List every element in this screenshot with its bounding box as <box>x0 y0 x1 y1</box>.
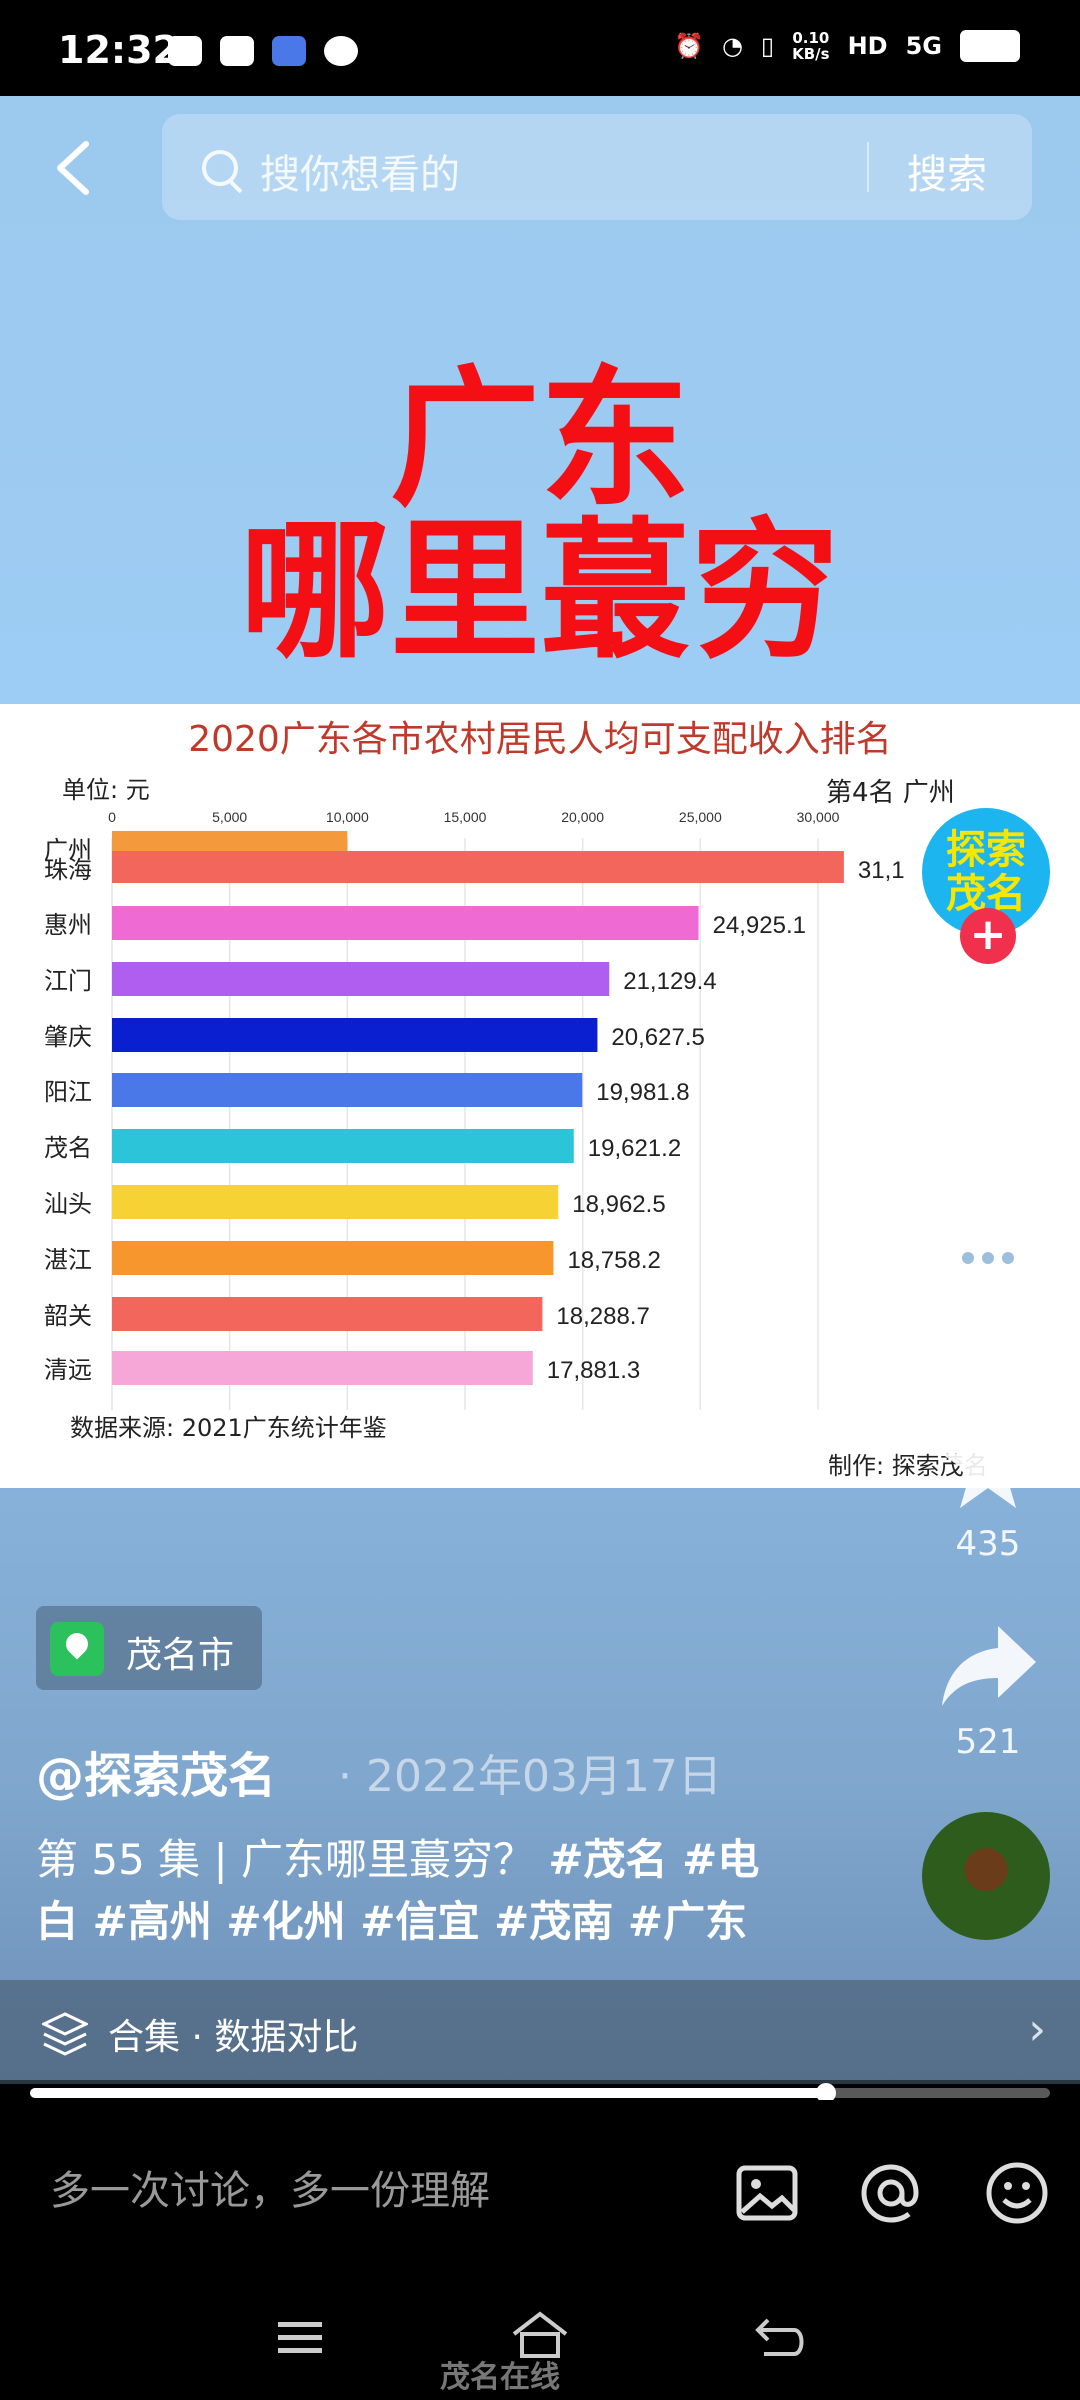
share-count: 521 <box>955 1722 1021 1762</box>
chart-source: 数据来源: 2021广东统计年鉴 <box>70 1414 387 1442</box>
data-label: 19,621.2 <box>588 1135 681 1162</box>
star-icon[interactable] <box>938 1420 1038 1510</box>
watermark: 茂名在线 <box>440 2360 560 2395</box>
app-icon <box>220 36 254 66</box>
bar <box>112 851 844 883</box>
x-tick-label: 5,000 <box>212 809 247 825</box>
back-nav-icon[interactable] <box>754 2314 808 2358</box>
search-icon <box>202 150 238 186</box>
author-name[interactable]: @探索茂名 <box>36 1736 276 1806</box>
location-label: 茂名市 <box>126 1635 235 1676</box>
x-tick-label: 25,000 <box>679 809 722 825</box>
category-label: 肇庆 <box>44 1023 92 1051</box>
bar <box>112 962 610 996</box>
x-tick-label: 10,000 <box>326 809 369 825</box>
hashtags[interactable]: #茂名 #电 <box>548 1835 759 1884</box>
category-label: 韶关 <box>44 1302 92 1330</box>
data-label: 24,925.1 <box>713 912 806 939</box>
progress-fill <box>30 2088 826 2098</box>
description-line2[interactable]: 白 #高州 #化州 #信宜 #茂南 #广东 <box>36 1888 747 1949</box>
data-label: 31,1 <box>858 857 905 884</box>
status-bar: 12:32 ⏰ ◔ ▯ 0.10 KB/s HD 5G <box>0 0 1080 96</box>
collection-label: 合集 · 数据对比 <box>108 2017 359 2058</box>
share-icon[interactable] <box>938 1622 1038 1712</box>
message-icon <box>168 36 202 66</box>
video-title-line2: 哪里蕞穷 <box>239 505 840 679</box>
video-progress-bar[interactable] <box>30 2083 1050 2103</box>
battery-icon <box>960 30 1020 62</box>
favorite-count: 435 <box>955 1524 1021 1564</box>
hashtags[interactable]: 白 #高州 #化州 #信宜 #茂南 #广东 <box>36 1897 747 1946</box>
system-icons: ⏰ ◔ ▯ 0.10 KB/s HD 5G <box>674 30 1020 62</box>
home-nav-icon[interactable] <box>510 2310 570 2358</box>
location-pin-icon <box>50 1622 104 1676</box>
signal-icon: 5G <box>905 32 942 60</box>
status-time: 12:32 <box>58 28 179 72</box>
x-tick-label: 0 <box>108 809 116 825</box>
chat-icon <box>324 36 358 66</box>
search-button[interactable]: 搜索 <box>907 142 987 200</box>
menu-nav-icon[interactable] <box>276 2318 324 2358</box>
layers-icon <box>42 2012 88 2056</box>
data-label: 19,981.8 <box>596 1079 689 1106</box>
emoji-icon[interactable] <box>984 2160 1050 2226</box>
data-label: 18,288.7 <box>556 1303 649 1330</box>
location-tag[interactable]: 茂名市 <box>36 1606 262 1690</box>
category-label: 茂名 <box>44 1134 92 1162</box>
avatar-brand-text: 探索 茂名 <box>946 827 1026 917</box>
alarm-icon: ⏰ <box>674 32 704 60</box>
chart-title: 2020广东各市农村居民人均可支配收入排名 <box>188 719 892 760</box>
search-input[interactable]: 搜你想看的 <box>260 142 460 200</box>
category-label: 惠州 <box>44 911 92 939</box>
data-label: 18,962.5 <box>572 1191 665 1218</box>
mention-icon[interactable] <box>858 2160 924 2226</box>
x-tick-label: 20,000 <box>561 809 604 825</box>
x-tick-label: 30,000 <box>797 809 840 825</box>
network-speed: 0.10 KB/s <box>792 29 830 63</box>
vibrate-icon: ▯ <box>760 32 775 60</box>
collection-bar[interactable]: 合集 · 数据对比 › <box>0 1980 1080 2084</box>
like-count: 2569 <box>944 1120 1032 1160</box>
category-label: 珠海 <box>44 856 92 884</box>
notification-icons <box>168 36 358 66</box>
comment-icon[interactable] <box>938 1218 1038 1308</box>
category-label: 江门 <box>44 967 92 995</box>
category-label: 清远 <box>44 1356 92 1384</box>
data-label: 18,758.2 <box>567 1247 660 1274</box>
bar <box>112 1351 533 1385</box>
news-icon <box>272 36 306 66</box>
data-label: 20,627.5 <box>611 1024 704 1051</box>
hd-badge: HD <box>847 32 888 60</box>
follow-button[interactable]: + <box>960 908 1016 964</box>
category-label: 汕头 <box>44 1190 92 1218</box>
bar <box>112 1185 559 1219</box>
divider <box>867 142 869 192</box>
bar <box>112 1241 554 1275</box>
bar <box>112 1073 583 1107</box>
bar <box>112 1129 574 1163</box>
publish-date: · 2022年03月17日 <box>338 1751 722 1802</box>
speed-icon: ◔ <box>721 32 743 60</box>
music-disc-avatar[interactable] <box>922 1812 1050 1940</box>
bar <box>112 1018 598 1052</box>
description-line1[interactable]: 第 55 集 | 广东哪里蕞穷？ #茂名 #电 <box>36 1826 759 1887</box>
description-text: 第 55 集 | 广东哪里蕞穷？ <box>36 1835 549 1884</box>
x-tick-label: 15,000 <box>444 809 487 825</box>
heart-icon[interactable] <box>938 1016 1038 1106</box>
category-label: 湛江 <box>44 1246 92 1274</box>
data-label: 17,881.3 <box>547 1357 640 1384</box>
bar <box>112 1297 543 1331</box>
back-icon[interactable] <box>52 140 92 196</box>
comment-count: 2050 <box>944 1322 1032 1362</box>
image-icon[interactable] <box>734 2160 800 2226</box>
category-label: 阳江 <box>44 1078 92 1106</box>
search-bar[interactable]: 搜你想看的 搜索 <box>162 114 1032 220</box>
chevron-right-icon: › <box>1028 2004 1046 2055</box>
data-label: 21,129.4 <box>623 968 716 995</box>
bar <box>112 906 699 940</box>
comment-input[interactable]: 多一次讨论，多一份理解 <box>50 2158 490 2216</box>
